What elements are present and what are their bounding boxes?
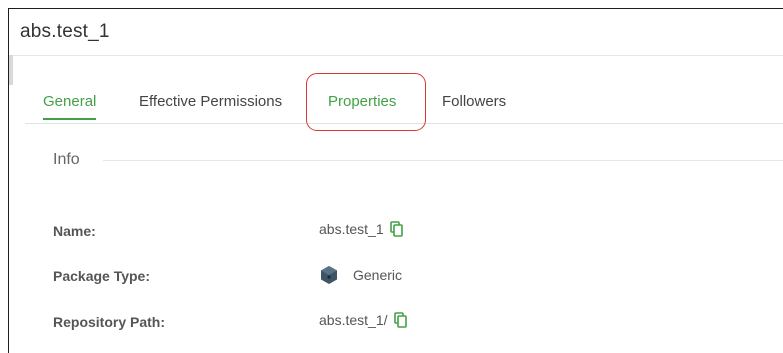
tab-followers[interactable]: Followers <box>442 93 506 110</box>
package-type-label: Package Type: <box>53 268 151 284</box>
name-value: abs.test_1 <box>319 221 384 237</box>
tab-effective-permissions[interactable]: Effective Permissions <box>139 93 282 110</box>
package-type-value-container: Generic <box>319 265 402 285</box>
info-section-title: Info <box>53 151 80 168</box>
copy-icon[interactable] <box>393 312 408 328</box>
page-header: abs.test_1 <box>9 9 783 56</box>
repository-path-value: abs.test_1/ <box>319 312 388 328</box>
copy-icon[interactable] <box>389 221 404 237</box>
window-frame: abs.test_1 General Effective Permissions… <box>8 8 783 353</box>
tab-bar: General Effective Permissions Properties… <box>25 73 783 124</box>
name-label: Name: <box>53 223 96 239</box>
package-type-value: Generic <box>353 267 403 283</box>
page-title: abs.test_1 <box>20 21 110 42</box>
tab-properties[interactable]: Properties <box>328 93 396 110</box>
name-value-container: abs.test_1 <box>319 221 404 237</box>
repository-path-value-container: abs.test_1/ <box>319 312 408 328</box>
tab-general[interactable]: General <box>43 93 97 120</box>
package-icon <box>319 265 339 285</box>
info-section-divider <box>103 160 783 161</box>
left-rail <box>9 55 13 85</box>
repository-path-label: Repository Path: <box>53 314 166 330</box>
